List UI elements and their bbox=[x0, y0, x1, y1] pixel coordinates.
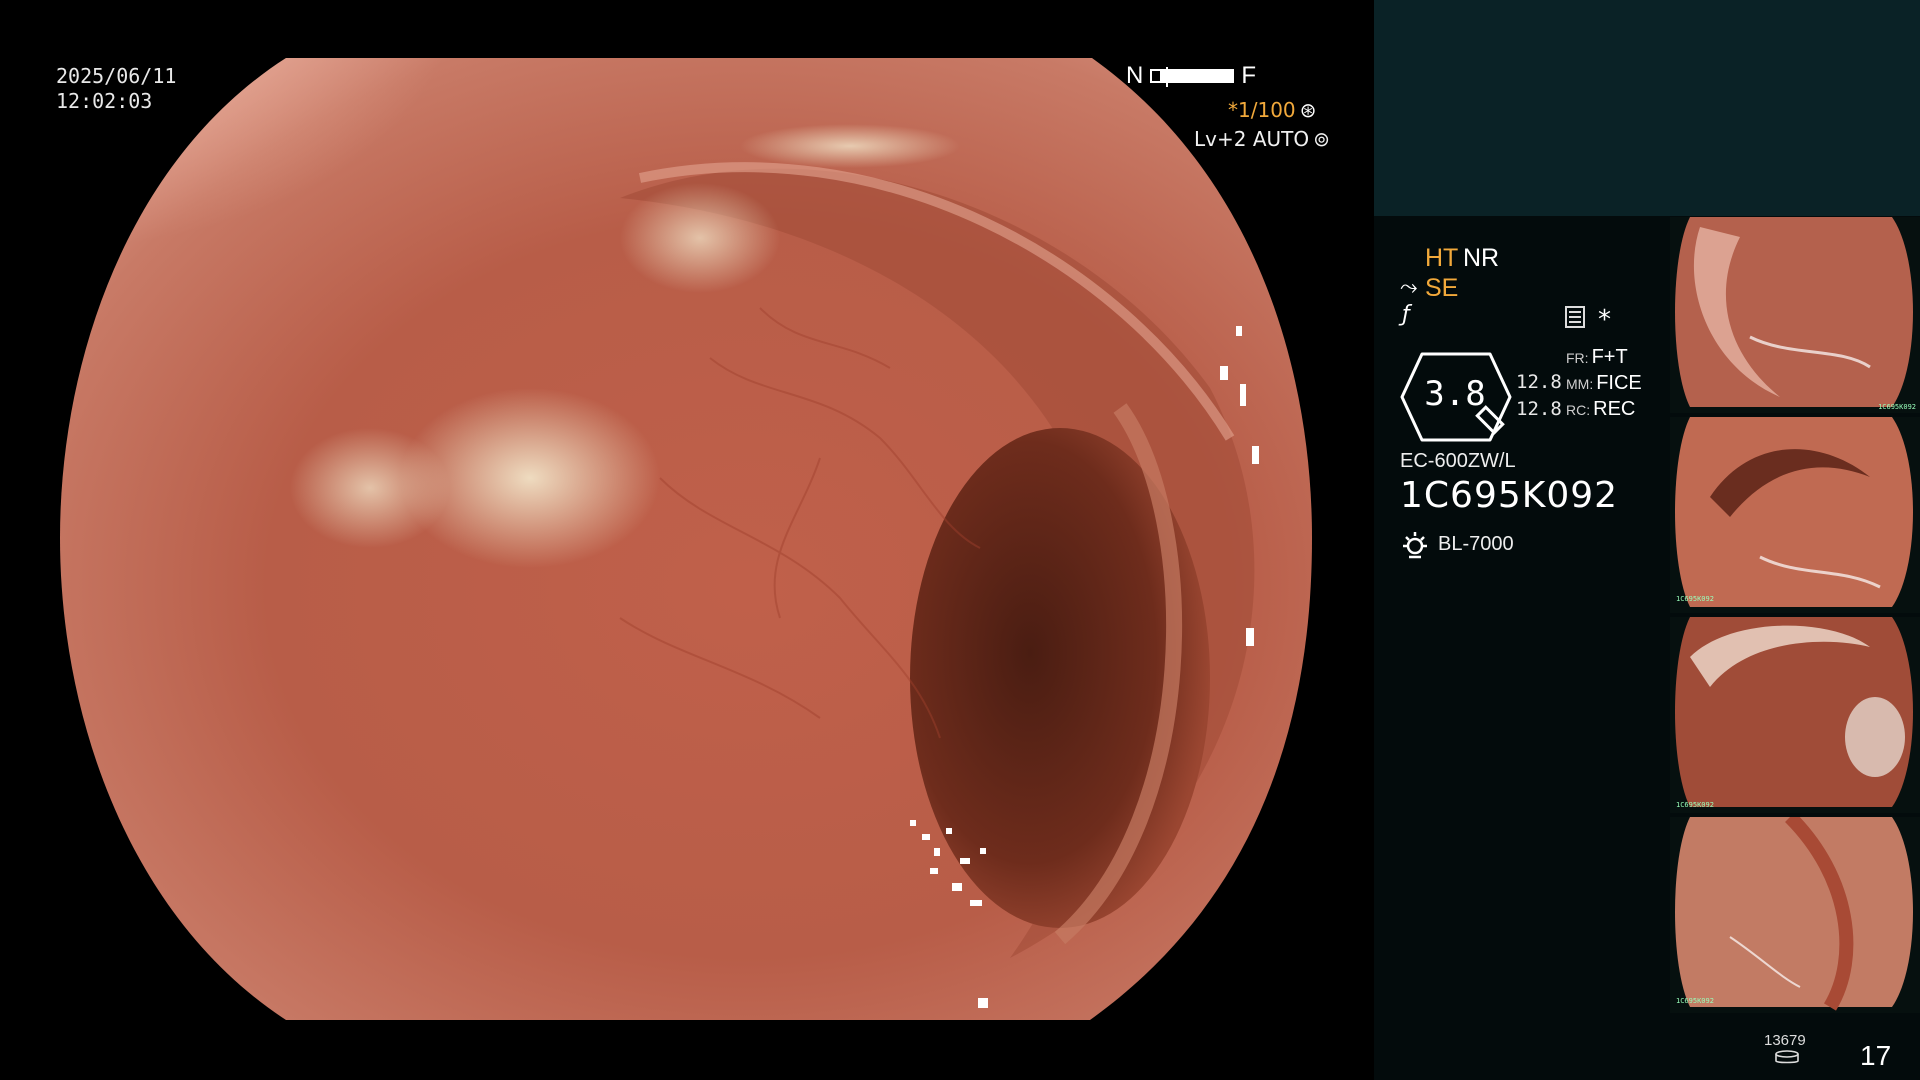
fr-setting: FR: F+T bbox=[1566, 346, 1628, 369]
focus-marker bbox=[1166, 67, 1168, 87]
iris-mode-text: Lv+2 AUTO bbox=[1194, 127, 1310, 151]
time-text: 12:02:03 bbox=[56, 89, 153, 113]
shutter-speed: *1/100 ⊛ bbox=[1228, 98, 1316, 122]
thumbnail-serial: 1C695K092 bbox=[1676, 595, 1714, 603]
focus-near-label: N bbox=[1126, 62, 1144, 89]
page-number: 17 bbox=[1860, 1040, 1892, 1071]
scope-serial: 1C695K092 bbox=[1400, 475, 1619, 516]
list-icon bbox=[1565, 306, 1585, 328]
focus-fill bbox=[1160, 71, 1232, 81]
ratio-a: 12.8 bbox=[1516, 371, 1562, 393]
shutter-speed-text: *1/100 bbox=[1228, 98, 1296, 122]
iris-icon: ⊚ bbox=[1313, 127, 1330, 151]
capture-thumbnail[interactable]: 1C695K092 bbox=[1670, 817, 1920, 1013]
focus-far-label: F bbox=[1241, 62, 1256, 89]
mm-setting: MM: FICE bbox=[1566, 372, 1642, 395]
iris-mode: Lv+2 AUTO ⊚ bbox=[1194, 127, 1330, 151]
light-source-name: BL-7000 bbox=[1438, 533, 1514, 555]
endoscope-live-view bbox=[60, 58, 1312, 1020]
thumbnail-image bbox=[1675, 617, 1913, 807]
scope-model: EC-600ZW/L bbox=[1400, 450, 1516, 472]
thumbnail-serial: 1C695K092 bbox=[1676, 997, 1714, 1005]
mm-value: FICE bbox=[1596, 372, 1642, 394]
ht-indicator: HT bbox=[1425, 244, 1459, 272]
fr-key: FR: bbox=[1566, 350, 1589, 366]
capture-thumbnail[interactable]: 1C695K092 bbox=[1670, 617, 1920, 813]
thumbnail-image bbox=[1675, 417, 1913, 607]
focus-bar: N F bbox=[1126, 62, 1256, 92]
thumbnail-image bbox=[1675, 217, 1913, 407]
aperture-icon: ⊛ bbox=[1299, 98, 1317, 122]
ratio-b: 12.8 bbox=[1516, 398, 1562, 420]
rc-setting: RC: REC bbox=[1566, 398, 1635, 421]
capture-thumbnail[interactable]: 1C695K092 bbox=[1670, 217, 1920, 413]
capture-thumbnail[interactable]: 1C695K092 bbox=[1670, 417, 1920, 613]
light-source-icon bbox=[1403, 532, 1427, 559]
date-text: 2025/06/11 bbox=[56, 64, 177, 88]
focus-track bbox=[1150, 67, 1234, 87]
nr-indicator: NR bbox=[1463, 244, 1500, 272]
info-panel-header bbox=[1374, 0, 1920, 216]
datetime-readout: 2025/06/11 12:02:03 bbox=[56, 64, 176, 114]
rc-value: REC bbox=[1593, 398, 1636, 420]
mm-key: MM: bbox=[1566, 376, 1594, 392]
fr-value: F+T bbox=[1591, 346, 1628, 368]
star-indicator: * bbox=[1598, 305, 1611, 335]
se-indicator: SE bbox=[1425, 274, 1459, 302]
rc-key: RC: bbox=[1566, 402, 1591, 418]
thumbnail-serial: 1C695K092 bbox=[1676, 801, 1714, 809]
thumbnail-serial: 1C695K092 bbox=[1878, 403, 1916, 411]
image-count: 13679 bbox=[1764, 1032, 1806, 1049]
freeze-icon: ƒ bbox=[1402, 302, 1410, 327]
zoom-value: 3.8 bbox=[1424, 374, 1486, 414]
structure-enhance-icon: ⤳ bbox=[1400, 275, 1418, 300]
storage-disk-icon bbox=[1775, 1050, 1799, 1064]
thumbnail-image bbox=[1675, 817, 1913, 1011]
